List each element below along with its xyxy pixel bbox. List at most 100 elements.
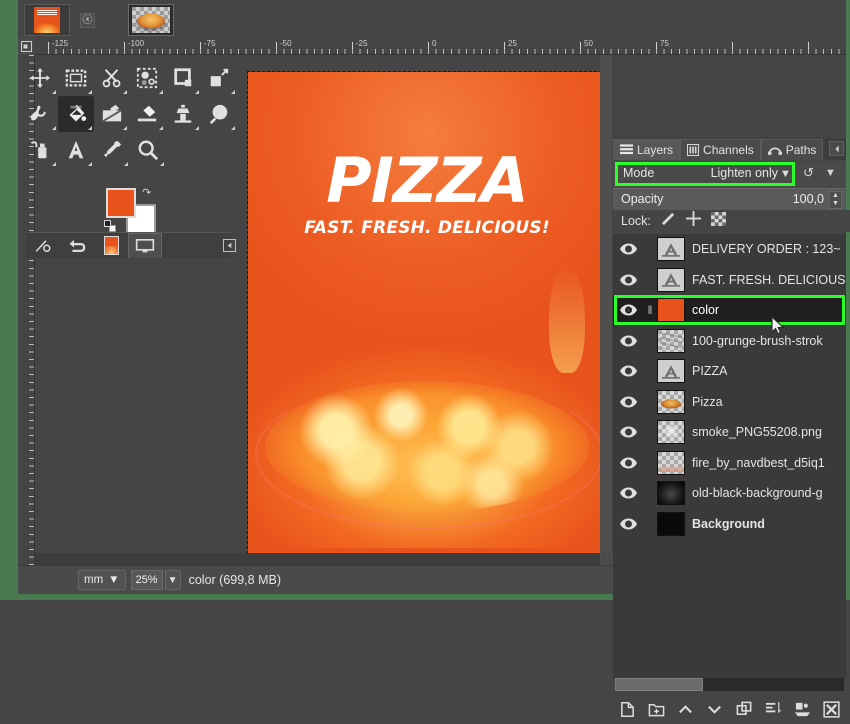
- lock-position-icon[interactable]: [685, 211, 701, 231]
- blend-mode-select[interactable]: Lighten only: [708, 166, 778, 180]
- text-tool[interactable]: [58, 132, 94, 168]
- layer-visibility-toggle[interactable]: [613, 274, 643, 286]
- lower-layer-button[interactable]: [704, 698, 726, 720]
- layers-dock: Layers Channels Paths Mode Lighten only …: [613, 138, 850, 724]
- desktop-edge-left: [0, 0, 18, 600]
- lock-pixels-icon[interactable]: [661, 212, 676, 231]
- image-dock-button[interactable]: [94, 233, 128, 258]
- ink-tool[interactable]: [22, 132, 58, 168]
- clone-tool[interactable]: [165, 96, 201, 132]
- zoom-dropdown-button[interactable]: ▼: [164, 570, 181, 590]
- layer-row[interactable]: DELIVERY ORDER : 123~: [613, 234, 846, 265]
- ruler-origin-button[interactable]: [18, 38, 35, 55]
- scale-tool[interactable]: [201, 60, 237, 96]
- close-icon[interactable]: ⓧ: [80, 13, 95, 28]
- color-swatches: ↷: [104, 186, 168, 234]
- delete-layer-button[interactable]: [820, 698, 842, 720]
- paths-icon: [767, 146, 782, 155]
- layer-visibility-toggle[interactable]: [613, 243, 643, 255]
- canvas-horizontal-scrollbar[interactable]: [35, 553, 600, 565]
- tab-layers[interactable]: Layers: [613, 139, 681, 160]
- layer-visibility-toggle[interactable]: [613, 365, 643, 377]
- ruler-label: 75: [660, 39, 669, 48]
- new-layer-group-button[interactable]: [646, 698, 668, 720]
- chevron-down-icon[interactable]: ▼: [780, 168, 791, 180]
- layer-visibility-toggle[interactable]: [613, 457, 643, 469]
- layers-icon: [620, 144, 633, 155]
- device-status-dock-button[interactable]: [128, 233, 162, 258]
- lock-alpha-icon[interactable]: [710, 211, 726, 231]
- toolbox-row-1: [22, 60, 237, 96]
- anchor-layer-button[interactable]: [791, 698, 813, 720]
- brush-dock-button[interactable]: [26, 233, 60, 258]
- move-tool[interactable]: [22, 60, 58, 96]
- poster-subtitle: FAST. FRESH. DELICIOUS!: [304, 218, 550, 238]
- chevron-down-icon-secondary[interactable]: ▼: [825, 167, 836, 179]
- image-tab-poster[interactable]: [24, 4, 70, 36]
- layer-name: old-black-background-g: [692, 486, 823, 501]
- unit-select[interactable]: mm ▼: [78, 570, 126, 590]
- layer-thumbnail: [657, 328, 685, 353]
- layer-row[interactable]: fire_by_navdbest_d5iq1: [613, 447, 846, 478]
- layer-list-horizontal-scrollbar[interactable]: [615, 678, 844, 691]
- zoom-tool[interactable]: [130, 132, 166, 168]
- merge-down-button[interactable]: [762, 698, 784, 720]
- color-picker-tool[interactable]: [94, 132, 130, 168]
- layer-visibility-toggle[interactable]: [613, 335, 643, 347]
- layer-visibility-toggle[interactable]: [613, 304, 643, 316]
- smudge-tool[interactable]: [22, 96, 58, 132]
- zoom-input[interactable]: 25%: [130, 570, 163, 590]
- layer-visibility-toggle[interactable]: [613, 487, 643, 499]
- opacity-stepper[interactable]: ▲ ▼: [829, 191, 842, 209]
- fuzzy-select-tool[interactable]: [129, 60, 165, 96]
- layer-row[interactable]: Background: [613, 508, 846, 539]
- tab-paths-label: Paths: [785, 143, 817, 157]
- eraser-tool[interactable]: [129, 96, 165, 132]
- ruler-label: 25: [508, 39, 517, 48]
- poster-canvas[interactable]: PIZZA FAST. FRESH. DELICIOUS!: [247, 71, 607, 559]
- bucket-fill-tool[interactable]: [57, 96, 94, 132]
- scrollbar-thumb[interactable]: [615, 678, 703, 691]
- layer-list[interactable]: DELIVERY ORDER : 123~ FAST. FRESH. DELICI…: [613, 234, 846, 678]
- swap-colors-icon[interactable]: ↷: [142, 186, 151, 199]
- layer-row[interactable]: PIZZA: [613, 356, 846, 387]
- horizontal-ruler[interactable]: -125 -100 -75 -50 -25 0 25 50 75: [18, 38, 846, 55]
- opacity-value[interactable]: 100,0: [793, 192, 824, 206]
- blend-mode-label: Mode: [623, 166, 655, 180]
- layer-visibility-toggle[interactable]: [613, 426, 643, 438]
- undo-history-dock-button[interactable]: [60, 233, 94, 258]
- raise-layer-button[interactable]: [675, 698, 697, 720]
- gradient-tool[interactable]: [94, 96, 130, 132]
- new-layer-button[interactable]: [617, 698, 639, 720]
- layer-thumbnail: [657, 511, 685, 536]
- layer-row[interactable]: FAST. FRESH. DELICIOUS: [613, 264, 846, 295]
- switch-to-default-mode-icon[interactable]: ↺: [803, 165, 814, 181]
- tab-channels-label: Channels: [703, 143, 754, 157]
- layer-row[interactable]: Pizza: [613, 386, 846, 417]
- dock-menu-icon[interactable]: [212, 233, 246, 258]
- foreground-color-swatch[interactable]: [106, 188, 136, 218]
- layer-row[interactable]: 100-grunge-brush-strok: [613, 325, 846, 356]
- navigation-preview-button[interactable]: [601, 553, 613, 565]
- layer-row[interactable]: old-black-background-g: [613, 478, 846, 509]
- layer-visibility-toggle[interactable]: [613, 396, 643, 408]
- layer-row[interactable]: ‖ color: [613, 295, 846, 326]
- crop-tool[interactable]: [165, 60, 201, 96]
- image-tab-pizza[interactable]: [128, 4, 174, 36]
- opacity-row: Opacity 100,0 ▲ ▼: [613, 188, 846, 211]
- layer-thumbnail: [657, 420, 685, 445]
- image-tab-bar: ⓧ: [18, 0, 846, 38]
- toolbox-dock-strip: [26, 232, 236, 258]
- layer-row[interactable]: smoke_PNG55208.png: [613, 417, 846, 448]
- tab-channels[interactable]: Channels: [680, 139, 761, 160]
- duplicate-layer-button[interactable]: [733, 698, 755, 720]
- rectangle-select-tool[interactable]: [58, 60, 94, 96]
- scissors-select-tool[interactable]: [94, 60, 130, 96]
- layer-link-toggle[interactable]: ‖: [643, 303, 657, 317]
- paintbrush-tool[interactable]: [201, 96, 237, 132]
- dock-menu-icon[interactable]: [829, 141, 844, 156]
- opacity-label: Opacity: [621, 192, 664, 206]
- canvas-vertical-scrollbar[interactable]: [600, 55, 612, 565]
- tab-paths[interactable]: Paths: [760, 139, 824, 160]
- layer-visibility-toggle[interactable]: [613, 518, 643, 530]
